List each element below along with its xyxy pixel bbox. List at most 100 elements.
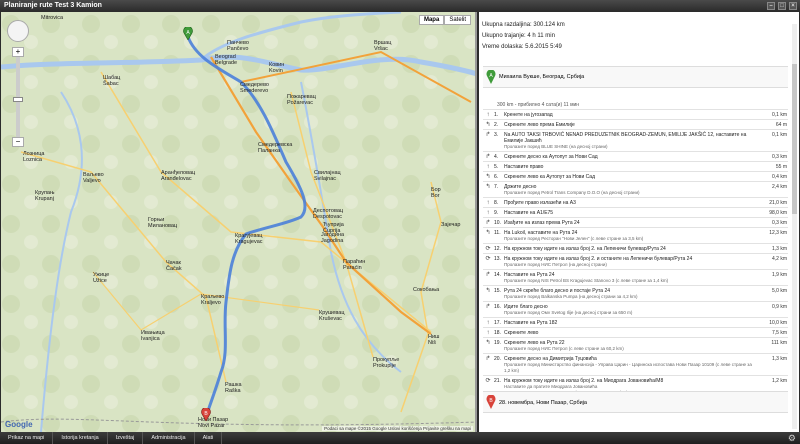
start-marker-icon[interactable]: A [183, 27, 193, 40]
step-note: Пролазите поред Balkanska Pumpa (на десн… [504, 293, 638, 299]
map-attribution[interactable]: Podaci sa mape ©2015 Google Uslovi koriš… [322, 426, 473, 431]
step-instruction: Наставите право [504, 163, 544, 170]
step-instruction: Скрените лево [504, 329, 539, 336]
gear-icon[interactable]: ⚙ [788, 433, 796, 444]
tab-report[interactable]: Izveštaj [108, 432, 144, 444]
direction-step-row[interactable]: ↱ 10. Изађите на излаз према Рута 24 0,3 km [483, 217, 788, 228]
pan-control[interactable] [7, 20, 29, 42]
origin-label: Михаила Вукше, Београд, Србија [499, 74, 585, 80]
direction-step-row[interactable]: ↰ 6. Скрените лево ка Аутопут за Нови Сад 0… [483, 171, 788, 182]
step-instruction-cell: Наставите на А1/Е75 [503, 207, 758, 218]
tab-movement-history[interactable]: Istorija kretanja [53, 432, 108, 444]
turn-icon: ↰ [483, 285, 493, 302]
city-label: Крагујевац Kragujevac [235, 233, 263, 245]
maptype-map[interactable]: Mapa [418, 15, 445, 25]
direction-step-row[interactable]: ↑ 8. Прођите право излазећи на А3 21,0 km [483, 197, 788, 208]
step-instruction-cell: Скрените лево према Емилије [503, 119, 758, 130]
panel-scrollbar[interactable] [792, 24, 797, 429]
step-instruction: Изађите на излаз према Рута 24 [504, 219, 580, 226]
step-distance: 5,0 km [758, 285, 788, 302]
google-logo: Google [5, 420, 33, 429]
end-marker-icon[interactable]: B [201, 408, 211, 421]
direction-step-row[interactable]: ↑ 18. Скрените лево 7,5 km [483, 327, 788, 338]
direction-step-row[interactable]: ↑ 5. Наставите право 55 m [483, 161, 788, 172]
city-label: Краљево Kraljevo [201, 294, 225, 306]
destination-row[interactable]: B 28. новембра, Нови Пазар, Србија [483, 391, 788, 413]
scrollbar-thumb[interactable] [792, 64, 797, 214]
total-duration: Ukupno trajanje: 4 h 11 min [482, 33, 555, 39]
tab-tools[interactable]: Alati [195, 432, 223, 444]
step-instruction-cell: Наставите право [503, 161, 758, 172]
direction-step-row[interactable]: ↑ 9. Наставите на А1/Е75 98,0 km [483, 207, 788, 218]
window-titlebar: Planiranje rute Test 3 Kamion – □ × [0, 0, 800, 12]
step-instruction-cell: Скрените десно на Димитрија Туцовића Прол… [503, 353, 758, 376]
zoom-in-button[interactable]: + [12, 47, 24, 57]
direction-step-row[interactable]: ↱ 4. Скрените десно ка Аутопут за Нови Сад… [483, 151, 788, 162]
map-view[interactable]: Mapa Satelit + − Beograd Belgrade Панчево… [1, 12, 477, 432]
direction-step-row[interactable]: ⟳ 12. На кружном току идите на излаз број … [483, 243, 788, 254]
direction-step-row[interactable]: ↱ 14. Наставите на Рута 24 Пролазите поред … [483, 269, 788, 286]
city-label: Рашка Raška [225, 382, 242, 394]
turn-icon: ↱ [483, 129, 493, 152]
direction-step-row[interactable]: ↰ 11. На Lukoil, наставите на Рута 24 Прола… [483, 227, 788, 244]
city-label: Горњи Милановац [148, 217, 178, 229]
step-instruction-cell: Рута 24 скреће благо десно и постаје Рут… [503, 285, 758, 302]
turn-icon: ↑ [483, 327, 493, 338]
step-note: Пролазите поред NIS Petrol BS Kragujevac… [504, 277, 669, 283]
step-instruction: Наставите на Рута 182 [504, 319, 558, 326]
step-instruction-cell: Држите десно Пролазите поред Petrol Trans… [503, 181, 758, 198]
direction-step-row[interactable]: ↰ 19. Скрените лево на Рута 22 Пролазите по… [483, 337, 788, 354]
turn-icon: ↰ [483, 181, 493, 198]
step-instruction-cell: Идите благо десно Пролазите поред Oмv Sve… [503, 301, 758, 318]
step-note: Пролазите поред Petrol Trans Company D.O… [504, 189, 640, 195]
turn-icon: ↱ [483, 301, 493, 318]
zoom-control[interactable]: + − [12, 47, 24, 147]
city-label: Смедерево Smederevo [240, 82, 269, 94]
city-label: Mitrovica [41, 15, 64, 21]
turn-icon: ⟳ [483, 243, 493, 254]
step-number: 6. [493, 171, 503, 182]
maptype-satellite[interactable]: Satelit [444, 15, 471, 25]
turn-icon: ↱ [483, 217, 493, 228]
step-distance: 7,5 km [758, 327, 788, 338]
map-type-switch[interactable]: Mapa Satelit [418, 15, 471, 25]
step-note: Пролазите поред Oмv Svetog Ilije (на дес… [504, 309, 633, 315]
direction-step-row[interactable]: ↱ 3. Na AUTO TAKSI TRBOVIĆ NENAD PREDUZETN… [483, 129, 788, 152]
close-icon[interactable]: × [789, 2, 797, 10]
minimize-icon[interactable]: – [767, 2, 775, 10]
step-distance: 21,0 km [758, 197, 788, 208]
origin-marker-icon: A [486, 70, 496, 84]
direction-step-row[interactable]: ⟳ 13. На кружном току идите на излаз број … [483, 253, 788, 270]
direction-step-row[interactable]: ↑ 1. Кренете на југозапад 0,1 km [483, 109, 788, 120]
zoom-slider[interactable] [13, 57, 23, 137]
direction-step-row[interactable]: ↱ 16. Идите благо десно Пролазите поред Oмv… [483, 301, 788, 318]
step-distance: 0,1 km [758, 129, 788, 152]
step-instruction-cell: Скрените лево ка Аутопут за Нови Сад [503, 171, 758, 182]
zoom-slider-knob[interactable] [13, 97, 23, 102]
turn-icon: ⟳ [483, 253, 493, 270]
direction-step-row[interactable]: ↰ 15. Рута 24 скреће благо десно и постаје… [483, 285, 788, 302]
city-label: Деспотовац Despotovac [313, 208, 344, 220]
origin-row[interactable]: A Михаила Вукше, Београд, Србија [483, 66, 788, 88]
direction-step-row[interactable]: ↰ 7. Држите десно Пролазите поред Petrol Tr… [483, 181, 788, 198]
map-canvas [1, 12, 475, 432]
arrival-time: Vreme dolaska: 5.6.2015 5:49 [482, 44, 562, 50]
tab-map-view[interactable]: Prikaz na mapi [0, 432, 54, 444]
direction-step-row[interactable]: ↑ 17. Наставите на Рута 182 10,0 km [483, 317, 788, 328]
step-number: 13. [493, 253, 503, 270]
maximize-icon[interactable]: □ [778, 2, 786, 10]
turn-icon: ↰ [483, 171, 493, 182]
direction-step-row[interactable]: ↱ 20. Скрените десно на Димитрија Туцовића… [483, 353, 788, 376]
step-note: Пролазите поред BLUE SHINE (на десној ст… [504, 143, 608, 149]
step-distance: 12,3 km [758, 227, 788, 244]
zoom-out-button[interactable]: − [12, 137, 24, 147]
city-label: Ковин Kovin [269, 62, 285, 74]
step-instruction-cell: Прођите право излазећи на А3 [503, 197, 758, 208]
city-label: Ваљево Valjevo [83, 172, 104, 184]
tab-administration[interactable]: Administracija [143, 432, 195, 444]
step-instruction-cell: На Lukoil, наставите на Рута 24 Пролазите… [503, 227, 758, 244]
turn-icon: ↑ [483, 197, 493, 208]
direction-step-row[interactable]: ↰ 2. Скрените лево према Емилије 64 m [483, 119, 788, 130]
step-distance: 1,3 km [758, 353, 788, 376]
step-distance: 111 km [758, 337, 788, 354]
